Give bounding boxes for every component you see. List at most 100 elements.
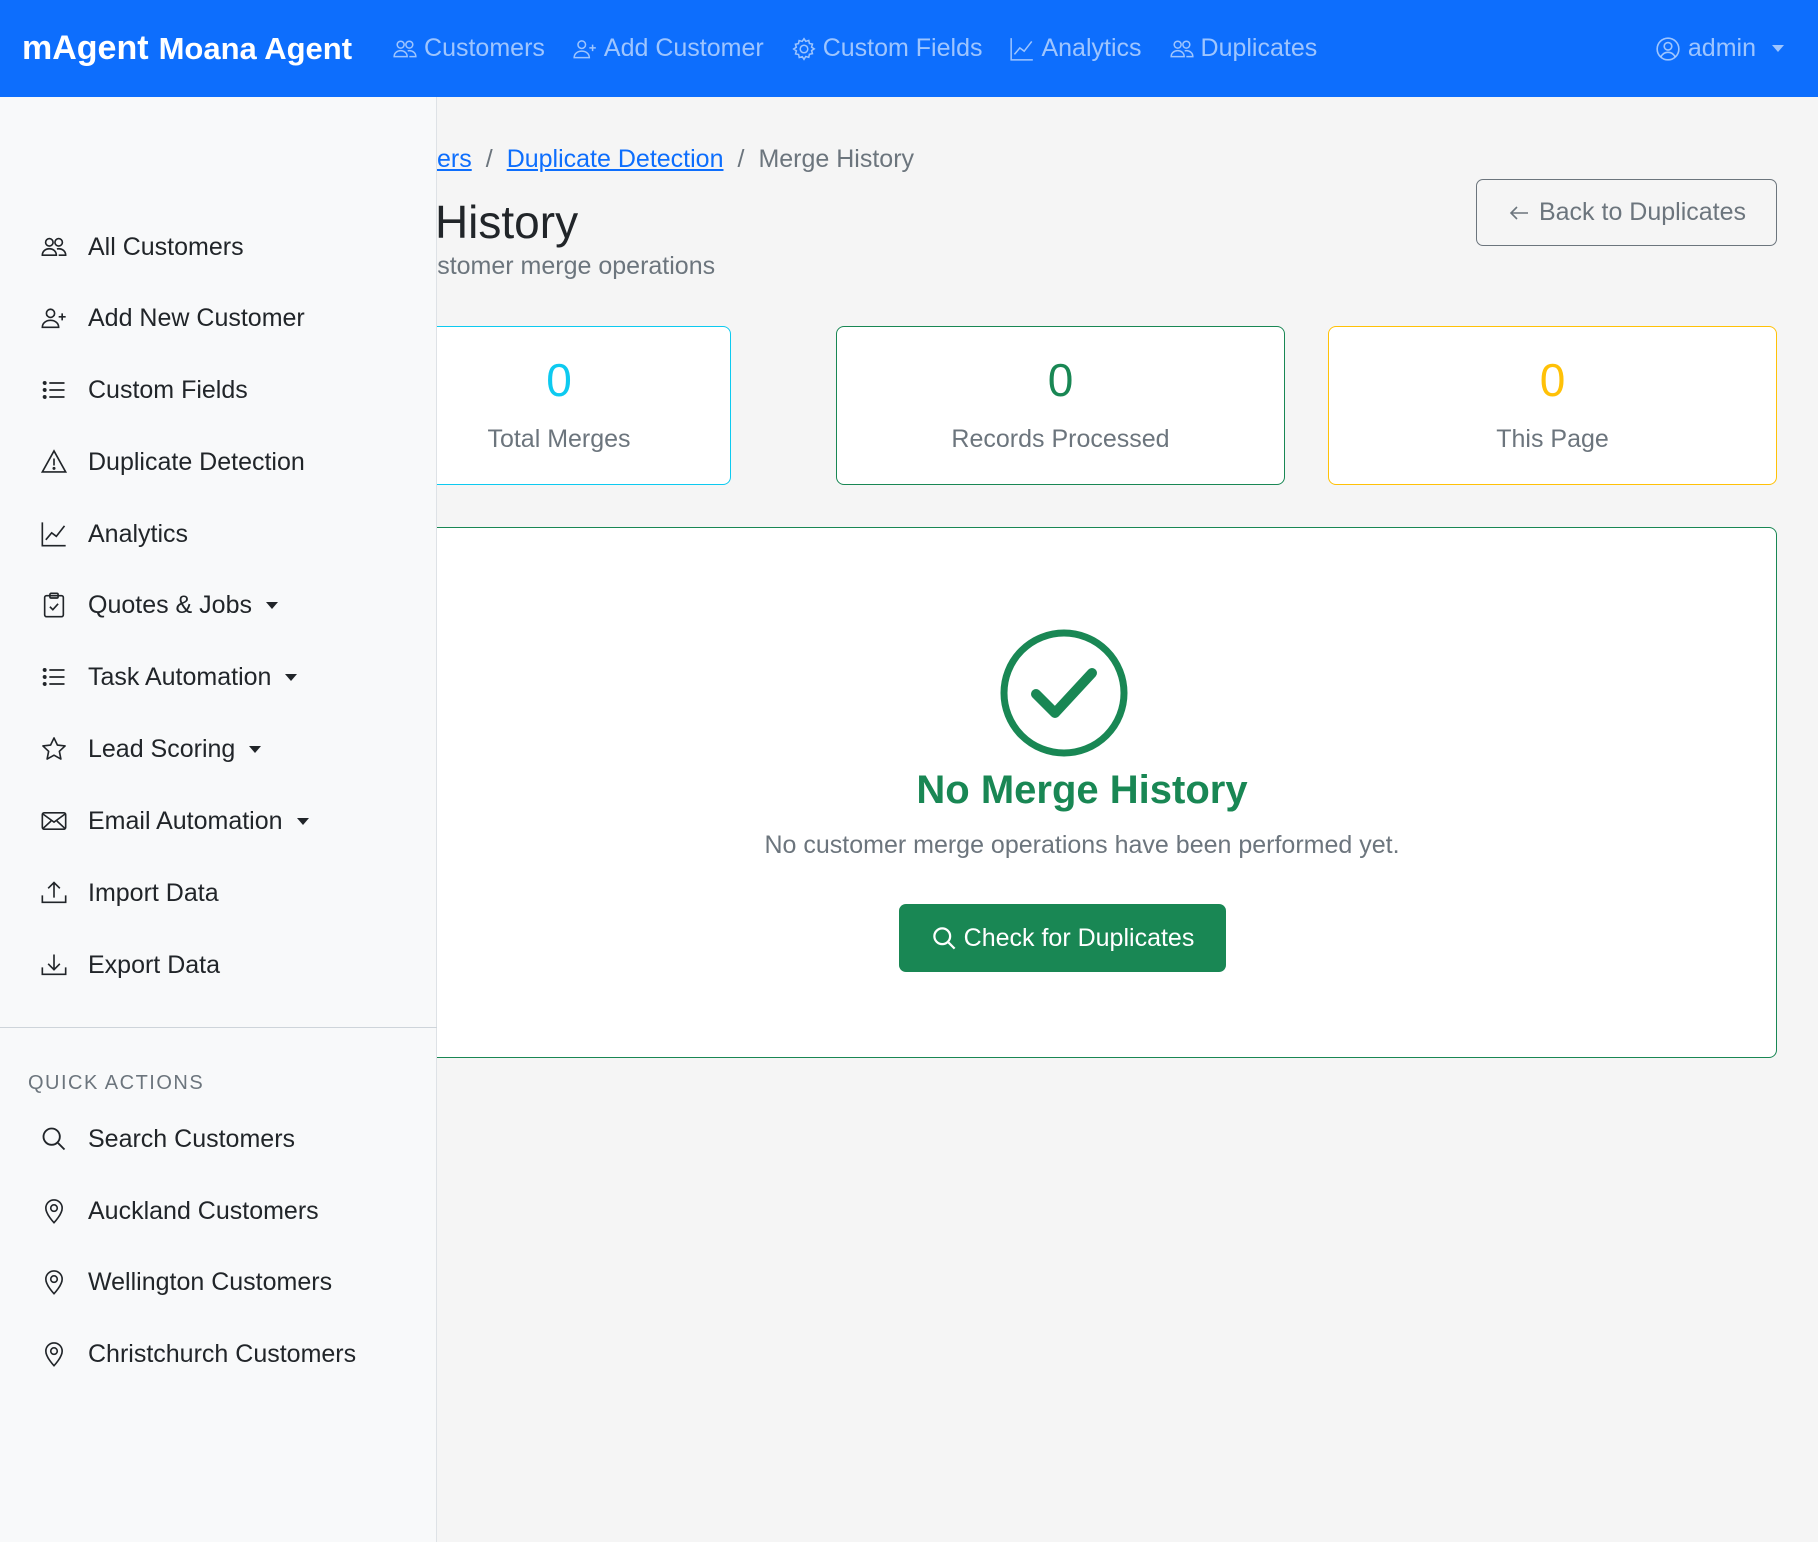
sidebar-item-label: Import Data <box>88 878 219 907</box>
people-icon <box>1169 36 1195 62</box>
download-icon <box>40 951 68 979</box>
list-icon <box>40 663 68 691</box>
sidebar-item-label: Task Automation <box>88 662 272 691</box>
nav-links: Customers Add Customer Custom Fields Ana… <box>392 34 1344 63</box>
nav-link-label: Add Customer <box>603 34 764 62</box>
sidebar-item-label: Wellington Customers <box>88 1267 333 1296</box>
sidebar-item-lead-scoring[interactable]: Lead Scoring <box>40 729 262 769</box>
arrow-left-icon <box>1507 201 1531 225</box>
sidebar-item-christchurch-customers[interactable]: Christchurch Customers <box>40 1334 356 1374</box>
sidebar-item-analytics[interactable]: Analytics <box>40 514 188 554</box>
chevron-down-icon <box>296 817 309 825</box>
stat-value: 0 <box>1539 354 1566 406</box>
breadcrumb-duplicate-detection-link[interactable]: Duplicate Detection <box>507 145 724 174</box>
top-navbar: mAgent Moana Agent Customers Add Custome… <box>0 0 1818 97</box>
breadcrumb-customers-link[interactable]: ers <box>437 145 472 174</box>
stat-label: This Page <box>1496 425 1609 453</box>
breadcrumb: ers / Duplicate Detection / Merge Histor… <box>437 145 914 174</box>
sidebar-item-label: Auckland Customers <box>88 1196 319 1225</box>
warning-triangle-icon <box>40 448 68 476</box>
sidebar: All Customers Add New Customer Custom Fi… <box>0 97 437 1542</box>
geo-pin-icon <box>40 1340 68 1368</box>
sidebar-item-import-data[interactable]: Import Data <box>40 873 219 913</box>
brand-logo[interactable]: mAgent Moana Agent <box>22 29 352 68</box>
nav-link-analytics[interactable]: Analytics <box>1009 34 1142 63</box>
chevron-down-icon <box>265 601 278 609</box>
sidebar-item-label: Add New Customer <box>88 303 305 332</box>
sidebar-item-duplicate-detection[interactable]: Duplicate Detection <box>40 442 305 482</box>
list-icon <box>40 376 68 404</box>
stat-card-this-page: 0 This Page <box>1328 326 1777 485</box>
stat-label: Records Processed <box>951 425 1170 453</box>
person-plus-icon <box>572 36 598 62</box>
quick-actions-heading: QUICK ACTIONS <box>28 1072 205 1094</box>
chevron-down-icon <box>1772 45 1784 52</box>
check-circle-icon <box>999 628 1129 758</box>
sidebar-item-custom-fields[interactable]: Custom Fields <box>40 370 248 410</box>
envelope-icon <box>40 807 68 835</box>
person-circle-icon <box>1655 36 1681 62</box>
sidebar-item-label: Search Customers <box>88 1124 296 1153</box>
sidebar-item-all-customers[interactable]: All Customers <box>40 227 244 267</box>
sidebar-item-label: Lead Scoring <box>88 734 236 763</box>
sidebar-item-search-customers[interactable]: Search Customers <box>40 1119 295 1159</box>
graph-up-icon <box>1009 36 1035 62</box>
stat-value: 0 <box>546 354 572 406</box>
sidebar-item-label: Custom Fields <box>88 375 248 404</box>
search-icon <box>931 925 958 952</box>
check-button-label: Check for Duplicates <box>963 923 1195 952</box>
person-plus-icon <box>40 304 68 332</box>
sidebar-item-label: Quotes & Jobs <box>88 590 252 619</box>
geo-pin-icon <box>40 1268 68 1296</box>
stat-card-records-processed: 0 Records Processed <box>836 326 1285 485</box>
breadcrumb-current: Merge History <box>758 145 915 173</box>
sidebar-item-label: Analytics <box>88 519 189 548</box>
sidebar-item-label: Export Data <box>88 950 221 979</box>
sidebar-item-label: Email Automation <box>88 806 283 835</box>
stat-label: Total Merges <box>487 425 631 453</box>
sidebar-item-export-data[interactable]: Export Data <box>40 945 220 985</box>
nav-link-label: Custom Fields <box>822 34 983 62</box>
chevron-down-icon <box>249 745 262 753</box>
search-icon <box>40 1125 68 1153</box>
nav-link-label: Duplicates <box>1200 34 1318 62</box>
sidebar-item-wellington-customers[interactable]: Wellington Customers <box>40 1262 332 1302</box>
breadcrumb-separator: / <box>485 145 493 173</box>
empty-state-text: No customer merge operations have been p… <box>764 831 1400 859</box>
back-to-duplicates-button[interactable]: Back to Duplicates <box>1476 179 1777 246</box>
nav-link-custom-fields[interactable]: Custom Fields <box>791 34 983 63</box>
chevron-down-icon <box>285 673 298 681</box>
sidebar-item-quotes-jobs[interactable]: Quotes & Jobs <box>40 585 278 625</box>
brand-primary: mAgent <box>22 29 149 67</box>
sidebar-item-auckland-customers[interactable]: Auckland Customers <box>40 1191 319 1231</box>
back-button-label: Back to Duplicates <box>1538 198 1747 226</box>
sidebar-item-label: Duplicate Detection <box>88 447 305 476</box>
stat-card-total-merges: 0 Total Merges <box>387 326 731 485</box>
sidebar-item-label: All Customers <box>88 232 244 261</box>
stat-value: 0 <box>1047 354 1074 406</box>
nav-link-add-customer[interactable]: Add Customer <box>572 34 764 63</box>
brand-secondary: Moana Agent <box>158 31 353 66</box>
sidebar-item-label: Christchurch Customers <box>88 1339 357 1368</box>
nav-link-label: Analytics <box>1041 34 1142 62</box>
clipboard-check-icon <box>40 591 68 619</box>
upload-icon <box>40 879 68 907</box>
breadcrumb-separator: / <box>737 145 745 173</box>
user-name: admin <box>1687 34 1756 62</box>
nav-link-label: Customers <box>424 34 545 62</box>
user-menu[interactable]: admin <box>1655 0 1784 97</box>
sidebar-item-email-automation[interactable]: Email Automation <box>40 801 309 841</box>
people-icon <box>392 36 418 62</box>
graph-up-icon <box>40 520 68 548</box>
nav-link-duplicates[interactable]: Duplicates <box>1169 34 1318 63</box>
nav-link-customers[interactable]: Customers <box>392 34 545 63</box>
empty-state-title: No Merge History <box>916 768 1248 812</box>
sidebar-item-task-automation[interactable]: Task Automation <box>40 657 298 697</box>
empty-state-card: No Merge History No customer merge opera… <box>387 527 1777 1058</box>
sidebar-item-add-new-customer[interactable]: Add New Customer <box>40 298 305 338</box>
gear-icon <box>791 36 817 62</box>
star-icon <box>40 735 68 763</box>
geo-pin-icon <box>40 1197 68 1225</box>
check-for-duplicates-button[interactable]: Check for Duplicates <box>899 904 1226 972</box>
people-icon <box>40 233 68 261</box>
